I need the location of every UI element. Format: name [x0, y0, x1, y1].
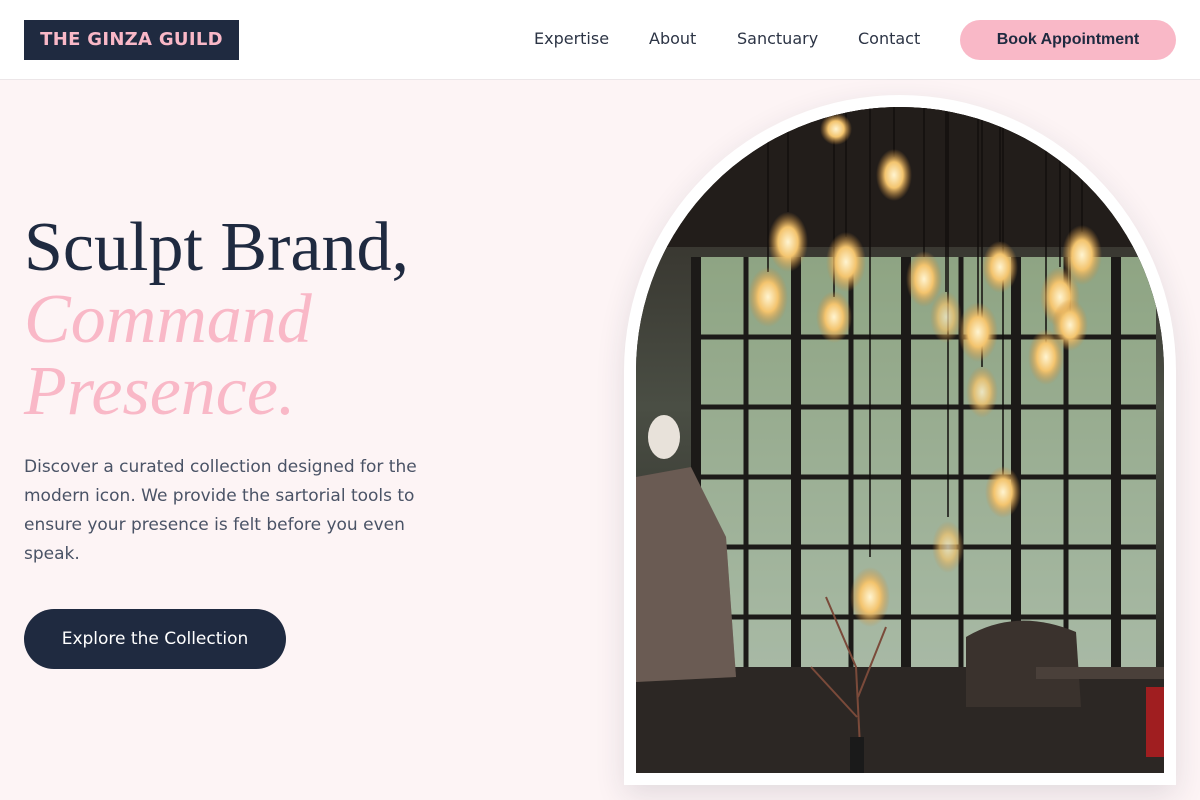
nav-link-expertise[interactable]: Expertise: [534, 29, 609, 49]
nav-link-about[interactable]: About: [649, 29, 696, 49]
explore-collection-button[interactable]: Explore the Collection: [24, 609, 286, 669]
nav-link-sanctuary[interactable]: Sanctuary: [737, 29, 818, 49]
nav-link-contact[interactable]: Contact: [858, 29, 920, 49]
headline-line-2: Command: [24, 281, 312, 358]
top-navbar: THE GINZA GUILD Expertise About Sanctuar…: [0, 0, 1200, 80]
brand-logo[interactable]: THE GINZA GUILD: [24, 20, 239, 60]
headline-line-3: Presence.: [24, 353, 296, 430]
hero-headline: Sculpt Brand, Command Presence.: [24, 212, 584, 428]
hero-description: Discover a curated collection designed f…: [24, 457, 417, 564]
headline-line-1: Sculpt Brand,: [24, 209, 409, 286]
book-appointment-button[interactable]: Book Appointment: [960, 20, 1176, 60]
boutique-interior-photo: [636, 107, 1164, 773]
